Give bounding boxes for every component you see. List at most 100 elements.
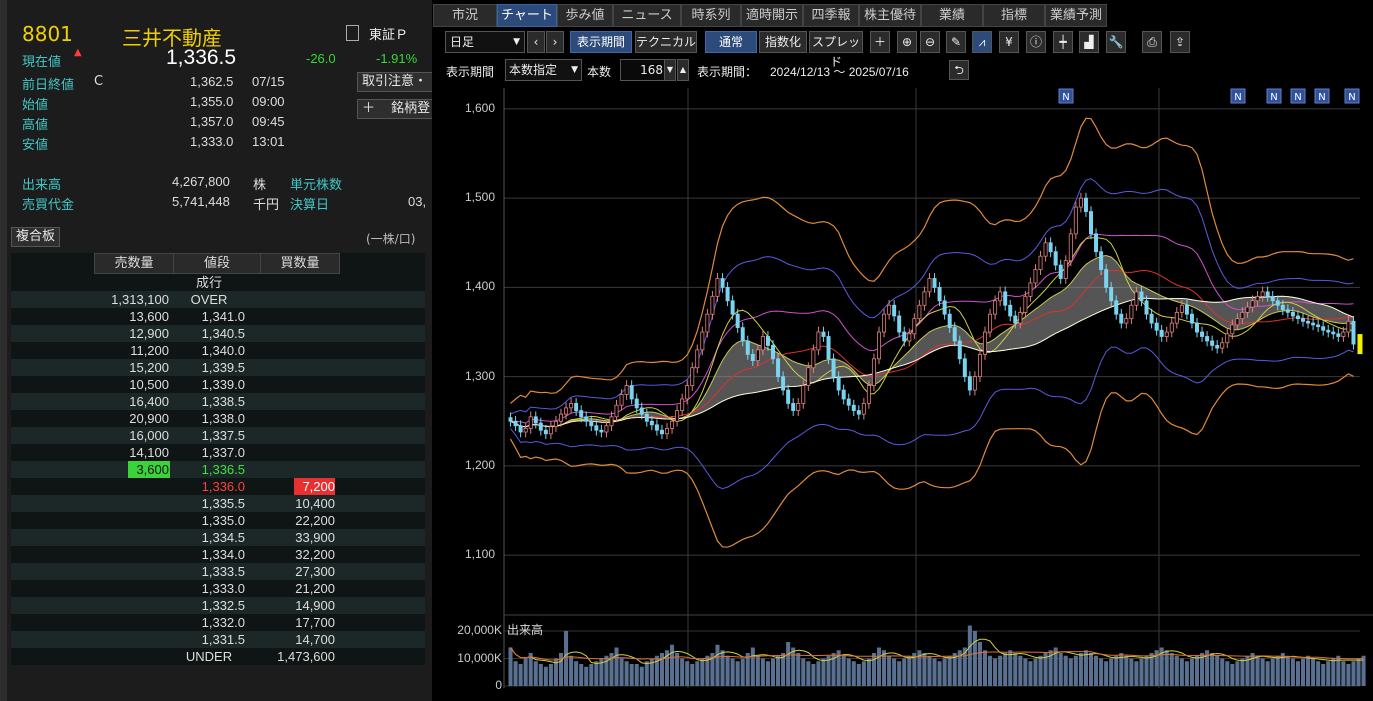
- range-select[interactable]: 本数指定 ▼: [505, 59, 582, 81]
- book-row[interactable]: 1,336.0 7,200: [11, 478, 425, 495]
- book-row[interactable]: 12,900 1,340.5: [11, 325, 425, 342]
- wrench-button[interactable]: 🔧: [1106, 31, 1126, 53]
- candle-button[interactable]: ┿: [1053, 31, 1073, 53]
- tab-2[interactable]: 歩み値: [557, 4, 613, 27]
- turnover-label: 売買代金: [22, 198, 75, 213]
- chart-line-button[interactable]: ⩘: [972, 31, 992, 53]
- tab-10[interactable]: 業績予測: [1045, 4, 1107, 27]
- book-row[interactable]: 1,334.5 33,900: [11, 529, 425, 546]
- settlement-label: 決算日: [290, 198, 330, 213]
- book-row[interactable]: 1,335.5 10,400: [11, 495, 425, 512]
- display-period-button[interactable]: 表示期間: [570, 31, 632, 53]
- count-input[interactable]: 168: [620, 59, 666, 81]
- book-row[interactable]: 1,334.0 32,200: [11, 546, 425, 563]
- candle-body: [811, 349, 816, 369]
- book-row[interactable]: 1,331.5 14,700: [11, 631, 425, 648]
- buy-qty: 14,900: [295, 598, 335, 613]
- book-row[interactable]: 3,600 1,336.5: [11, 461, 425, 478]
- book-row[interactable]: 1,313,100 OVER: [11, 291, 425, 308]
- prev-arrow-button[interactable]: ‹: [527, 31, 545, 53]
- book-row[interactable]: 14,100 1,337.0: [11, 444, 425, 461]
- tab-4[interactable]: 時系列: [681, 4, 741, 27]
- candle-body: [604, 425, 609, 433]
- book-row[interactable]: 1,333.0 21,200: [11, 580, 425, 597]
- count-spin-down[interactable]: ▼: [664, 59, 676, 81]
- candle-body: [781, 376, 786, 391]
- index-button[interactable]: 指数化: [759, 31, 807, 53]
- tab-8[interactable]: 業績: [921, 4, 983, 27]
- volume-bar: [735, 661, 740, 686]
- book-row[interactable]: 16,000 1,337.5: [11, 427, 425, 444]
- info-button[interactable]: ⓘ: [1026, 31, 1046, 53]
- next-arrow-button[interactable]: ›: [546, 31, 564, 53]
- volume-bar: [538, 664, 543, 686]
- price-chart[interactable]: NNNNNN: [432, 88, 1373, 701]
- candle-body: [1053, 251, 1058, 266]
- tab-3[interactable]: ニュース: [613, 4, 681, 27]
- buy-qty: 21,200: [295, 581, 335, 596]
- book-row[interactable]: 11,200 1,340.0: [11, 342, 425, 359]
- yen-button[interactable]: ¥: [999, 31, 1019, 53]
- spread-button[interactable]: スプレッド: [809, 31, 863, 69]
- candle-body: [513, 420, 518, 427]
- technical-button[interactable]: テクニカル: [635, 31, 697, 53]
- volume-bar: [574, 661, 579, 686]
- export-button[interactable]: ⇪: [1170, 31, 1190, 53]
- current-price: 1,336.5: [166, 46, 237, 69]
- volume-bar: [1169, 653, 1174, 686]
- tab-6[interactable]: 四季報: [803, 4, 859, 27]
- book-row[interactable]: 16,400 1,338.5: [11, 393, 425, 410]
- book-row[interactable]: UNDER 1,473,600: [11, 648, 425, 665]
- volume-bar: [1235, 661, 1240, 686]
- book-row[interactable]: 1,332.0 17,700: [11, 614, 425, 631]
- refresh-button[interactable]: ⮌: [949, 60, 969, 80]
- buy-qty: 27,300: [295, 564, 335, 579]
- book-row[interactable]: 13,600 1,341.0: [11, 308, 425, 325]
- add-watchlist-label: 銘柄登: [391, 101, 431, 116]
- composite-board-button[interactable]: 複合板: [11, 227, 61, 247]
- crosshair-button[interactable]: ＋: [870, 31, 890, 53]
- period-select[interactable]: 日足 ▼: [445, 31, 525, 53]
- count-spin-up[interactable]: ▲: [677, 59, 689, 81]
- trade-caution-button[interactable]: 取引注意・: [357, 72, 437, 92]
- book-price: 1,334.5: [201, 530, 245, 545]
- tab-5[interactable]: 適時開示: [741, 4, 803, 27]
- tab-7[interactable]: 株主優待: [859, 4, 921, 27]
- print-button[interactable]: ⎙: [1142, 31, 1162, 53]
- book-row[interactable]: 1,333.5 27,300: [11, 563, 425, 580]
- area-chart-button[interactable]: ▟: [1079, 31, 1099, 53]
- book-price: 1,340.0: [201, 343, 245, 358]
- prev-close-value: 1,362.5: [190, 74, 234, 89]
- volume-bar: [998, 655, 1003, 686]
- volume-bar: [1179, 658, 1184, 686]
- volume-bar: [1220, 658, 1225, 686]
- add-watchlist-button[interactable]: ＋ 銘柄登: [357, 99, 437, 119]
- book-row[interactable]: 10,500 1,339.0: [11, 376, 425, 393]
- book-price: 1,337.0: [201, 445, 245, 460]
- tab-1[interactable]: チャート: [497, 4, 557, 27]
- volume-bar: [1240, 658, 1245, 686]
- candle-body: [1048, 242, 1053, 253]
- volume-bar: [841, 655, 846, 686]
- book-row[interactable]: 20,900 1,338.0: [11, 410, 425, 427]
- zoom-in-button[interactable]: ⊕: [897, 31, 917, 53]
- pencil-button[interactable]: ✎: [946, 31, 966, 53]
- candle-body: [922, 291, 927, 306]
- book-row[interactable]: 1,335.0 22,200: [11, 512, 425, 529]
- book-row[interactable]: 成行: [11, 274, 425, 291]
- book-row[interactable]: 15,200 1,339.5: [11, 359, 425, 376]
- book-row[interactable]: 1,332.5 14,900: [11, 597, 425, 614]
- candle-body: [1119, 313, 1124, 324]
- buy-qty: 22,200: [295, 513, 335, 528]
- document-icon[interactable]: [346, 25, 359, 41]
- candle-body: [765, 336, 770, 346]
- tab-9[interactable]: 指標: [983, 4, 1045, 27]
- candle-body: [750, 353, 755, 361]
- candle-body: [599, 429, 604, 433]
- zoom-out-button[interactable]: ⊖: [920, 31, 940, 53]
- normal-button[interactable]: 通常: [705, 31, 757, 53]
- volume-bar: [1144, 655, 1149, 686]
- y-tick-label: 1,300: [465, 368, 496, 383]
- tab-0[interactable]: 市況: [433, 4, 497, 27]
- candle-body: [1068, 233, 1073, 262]
